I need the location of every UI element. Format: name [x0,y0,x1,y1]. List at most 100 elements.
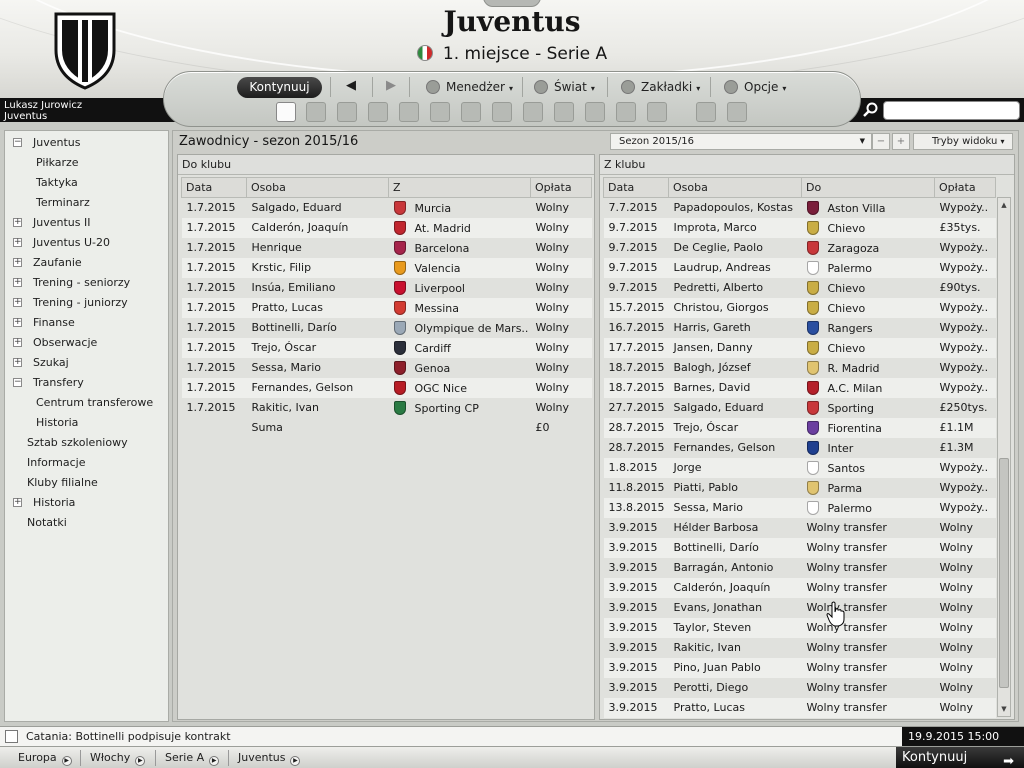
calendar-icon[interactable] [368,102,388,122]
table-row[interactable]: 1.7.2015 Pratto, Lucas Messina Wolny [181,297,592,318]
sidebar-item[interactable]: + Trening - juniorzy [13,293,128,313]
cell-club[interactable]: Genoa [389,358,531,378]
sidebar-item[interactable]: Historia [36,413,78,433]
column-header[interactable]: Opłata [934,177,996,198]
sidebar-item[interactable]: Centrum transferowe [36,393,153,413]
table-row[interactable]: 18.7.2015 Balogh, József R. Madrid Wypoży.. [604,358,996,378]
zoom-in-button[interactable]: + [892,133,910,150]
sidebar-item[interactable]: + Trening - seniorzy [13,273,130,293]
cell-club[interactable]: Murcia [389,198,531,218]
search-players-icon[interactable] [523,102,543,122]
cell-person[interactable]: Christou, Giorgos [668,297,802,318]
forward-arrow-icon[interactable]: ▶ [386,78,396,93]
expand-icon[interactable]: + [13,338,22,347]
help-icon[interactable] [727,102,747,122]
continue-bottom-button[interactable]: Kontynuuj ➡ [896,747,1024,768]
menu-world[interactable]: Świat ▾ [534,77,595,97]
sidebar-item[interactable]: + Historia [13,493,75,513]
table-row[interactable]: 1.7.2015 Sessa, Mario Genoa Wolny [182,358,592,378]
expand-icon[interactable]: + [13,238,22,247]
sidebar-item[interactable]: Notatki [27,513,67,533]
cell-person[interactable]: Perotti, Diego [669,678,802,698]
chevron-right-icon[interactable]: ▶ [61,756,72,766]
menu-manager[interactable]: Menedżer ▾ [426,77,513,97]
cell-person[interactable]: De Ceglie, Paolo [669,238,802,258]
cell-club[interactable]: Wolny transfer [801,617,935,638]
cell-club[interactable]: Parma [802,478,935,498]
inbox-icon[interactable] [306,102,326,122]
cell-club[interactable]: Chievo [802,278,935,298]
cell-club[interactable]: Aston Villa [802,198,935,218]
cell-club[interactable]: Wolny transfer [802,638,935,658]
chevron-right-icon[interactable]: ▶ [209,756,220,766]
cell-club[interactable]: Sporting [802,398,935,418]
cell-club[interactable]: Wolny transfer [802,598,935,618]
sidebar-item[interactable]: Kluby filialne [27,473,98,493]
expand-icon[interactable]: + [13,298,22,307]
cell-person[interactable]: Jansen, Danny [668,337,802,358]
column-header[interactable]: Osoba [668,177,802,198]
cell-club[interactable]: Liverpool [389,278,531,298]
cell-club[interactable]: Zaragoza [802,238,935,258]
tactics-icon[interactable] [461,102,481,122]
back-arrow-icon[interactable]: ◀ [346,78,356,93]
sidebar-item[interactable]: Taktyka [36,173,78,193]
table-row[interactable]: 17.7.2015 Jansen, Danny Chievo Wypoży.. [603,337,996,358]
cell-club[interactable]: Olympique de Mars.. [389,318,531,338]
table-row[interactable]: 1.7.2015 Calderón, Joaquín At. Madrid Wolny [181,217,592,238]
notes-icon[interactable] [554,102,574,122]
sidebar-item[interactable]: Piłkarze [36,153,79,173]
table-row[interactable]: 3.9.2015 Barragán, Antonio Wolny transfer W… [604,558,996,578]
table-row[interactable]: 28.7.2015 Trejo, Óscar Fiorentina £1.1M [603,417,996,438]
cell-person[interactable]: Calderón, Joaquín [668,577,802,598]
continue-button[interactable]: Kontynuuj [237,77,322,98]
table-row[interactable]: 1.7.2015 Henrique Barcelona Wolny [182,238,592,258]
cell-person[interactable]: Sessa, Mario [668,497,802,518]
cell-club[interactable]: Chievo [801,217,935,238]
cell-person[interactable]: Improta, Marco [668,217,802,238]
view-modes-button[interactable]: Tryby widoku ▾ [913,133,1013,150]
cell-person[interactable]: Evans, Jonathan [669,598,802,618]
cell-person[interactable]: Taylor, Steven [668,617,802,638]
expand-icon[interactable]: + [13,498,22,507]
sidebar-item[interactable]: Informacje [27,453,85,473]
scroll-up-icon[interactable]: ▲ [998,198,1010,212]
help-icon[interactable] [696,102,716,122]
table-row[interactable]: 3.9.2015 Calderón, Joaquín Wolny transfer W… [603,577,996,598]
cell-person[interactable]: Bottinelli, Darío [668,537,802,558]
table-row[interactable]: 3.9.2015 Pratto, Lucas Wolny transfer Wolny [603,697,996,718]
cell-person[interactable]: Henrique [247,238,389,258]
table-row[interactable]: 9.7.2015 Pedretti, Alberto Chievo £90tys. [604,278,996,298]
cell-person[interactable]: Pratto, Lucas [668,697,802,718]
cell-person[interactable]: Fernandes, Gelson [669,438,802,458]
cell-club[interactable]: Chievo [801,297,935,318]
sidebar-item[interactable]: + Zaufanie [13,253,82,273]
trophy-icon[interactable] [492,102,512,122]
cell-person[interactable]: Trejo, Óscar [246,337,389,358]
expand-icon[interactable]: + [13,258,22,267]
table-row[interactable]: 3.9.2015 Hélder Barbosa Wolny transfer Woln… [604,518,996,538]
cell-person[interactable]: Balogh, József [669,358,802,378]
cell-club[interactable]: Valencia [388,257,531,278]
cell-person[interactable]: Trejo, Óscar [668,417,802,438]
cell-person[interactable]: Rakitic, Ivan [669,638,802,658]
column-header[interactable]: Data [181,177,247,198]
table-row[interactable]: 28.7.2015 Fernandes, Gelson Inter £1.3M [604,438,996,458]
table-row[interactable]: 7.7.2015 Papadopoulos, Kostas Aston Villa W… [604,198,996,218]
cell-club[interactable]: Barcelona [389,238,531,258]
table-row[interactable]: 11.8.2015 Piatti, Pablo Parma Wypoży.. [604,478,996,498]
cell-club[interactable]: Rangers [802,318,935,338]
sidebar-item[interactable]: − Transfery [13,373,84,393]
cell-club[interactable]: Messina [388,297,531,318]
collapse-icon[interactable]: − [13,138,22,147]
breadcrumb-item[interactable]: Serie A ▶ [165,747,220,768]
table-row[interactable]: 3.9.2015 Rakitic, Ivan Wolny transfer Wolny [604,638,996,658]
sidebar-item[interactable]: + Szukaj [13,353,69,373]
scroll-down-icon[interactable]: ▼ [998,702,1010,716]
table-row[interactable]: 3.9.2015 Pino, Juan Pablo Wolny transfer Wo… [603,657,996,678]
cell-person[interactable]: Laudrup, Andreas [668,257,802,278]
cell-club[interactable]: R. Madrid [802,358,935,378]
cell-person[interactable]: Calderón, Joaquín [246,217,389,238]
column-header[interactable]: Do [801,177,935,198]
cell-person[interactable]: Salgado, Eduard [247,198,389,218]
